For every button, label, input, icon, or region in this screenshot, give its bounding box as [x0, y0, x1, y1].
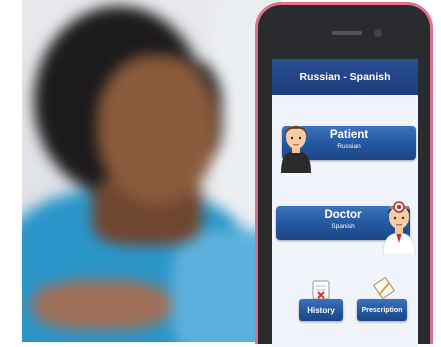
- prescription-icon: [373, 277, 395, 299]
- language-pair-title: Russian - Spanish: [299, 71, 391, 83]
- doctor-avatar-icon: [382, 201, 416, 255]
- prescription-button[interactable]: Prescription: [357, 299, 407, 321]
- history-icon: [312, 280, 330, 300]
- phone-speaker: [332, 31, 362, 35]
- history-button[interactable]: History: [299, 299, 343, 321]
- phone-screen: Russian - Spanish Patient Russian Doctor…: [272, 59, 418, 347]
- prescription-label: Prescription: [361, 306, 403, 314]
- patient-avatar-icon: [281, 125, 311, 173]
- app-title-bar: Russian - Spanish: [272, 59, 418, 95]
- phone-frame: Russian - Spanish Patient Russian Doctor…: [255, 2, 433, 347]
- phone-camera: [374, 29, 382, 37]
- history-label: History: [307, 305, 335, 315]
- background-photo: [22, 0, 282, 342]
